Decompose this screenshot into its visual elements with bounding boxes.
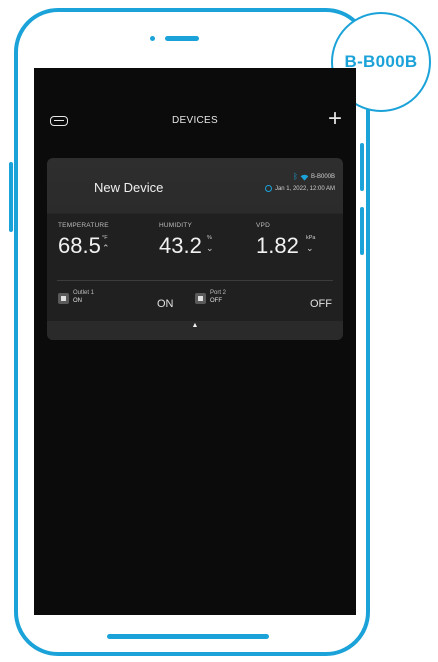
temperature-value-row: 68.5 °F ⌃ (58, 233, 110, 259)
vpd-value: 1.82 (256, 233, 299, 258)
humidity-metric: HUMIDITY 43.2 % ⌄ (159, 222, 214, 259)
earpiece (165, 36, 199, 41)
device-status: ᛒ B-B000B Jan 1, 2022, 12:00 AM (264, 172, 335, 192)
vpd-label: VPD (256, 222, 270, 229)
divider (57, 280, 333, 281)
home-indicator (107, 634, 269, 639)
outlet-1-state: ON (157, 298, 174, 310)
app-screen: DEVICES + New Device ᛒ B-B000B Jan 1, 20… (34, 68, 356, 615)
port-2-state: OFF (310, 298, 332, 310)
trend-down-icon: ⌄ (306, 243, 314, 253)
vpd-metric: VPD 1.82 kPa ⌄ (256, 222, 315, 259)
device-id: B-B000B (310, 174, 335, 180)
temperature-label: TEMPERATURE (58, 222, 109, 229)
side-button-right-upper (360, 143, 364, 191)
expand-card-button[interactable]: ▲ (47, 321, 343, 340)
side-button-right-lower (360, 207, 364, 255)
side-button-left (9, 162, 13, 232)
humidity-label: HUMIDITY (159, 222, 193, 229)
wifi-icon (300, 174, 309, 181)
camera-dot (150, 36, 155, 41)
vpd-value-row: 1.82 kPa ⌄ (256, 233, 315, 259)
outlet-1-mode: ON (73, 298, 82, 304)
trend-up-icon: ⌃ (102, 243, 110, 253)
device-name: New Device (94, 180, 164, 195)
vpd-unit: kPa (306, 235, 316, 241)
outlet-1-name: Outlet 1 (73, 290, 95, 296)
bluetooth-icon: ᛒ (293, 172, 298, 181)
trend-down-icon: ⌄ (206, 243, 214, 253)
humidity-value: 43.2 (159, 233, 202, 258)
device-card[interactable]: New Device ᛒ B-B000B Jan 1, 2022, 12:00 … (47, 158, 343, 340)
port-2-mode: OFF (210, 298, 222, 304)
humidity-unit: % (207, 235, 212, 241)
last-update-time: Jan 1, 2022, 12:00 AM (274, 185, 335, 192)
chevron-up-icon: ▲ (191, 322, 199, 329)
temperature-value: 68.5 (58, 233, 101, 258)
clock-icon (264, 185, 272, 192)
port-2-name: Port 2 (210, 290, 227, 296)
temperature-unit: °F (102, 235, 108, 241)
add-device-button[interactable]: + (328, 107, 342, 131)
outlet-icon (58, 293, 69, 304)
top-bar: DEVICES + (34, 104, 356, 138)
page-title: DEVICES (171, 115, 218, 126)
outlet-icon (195, 293, 206, 304)
humidity-value-row: 43.2 % ⌄ (159, 233, 214, 259)
temperature-metric: TEMPERATURE 68.5 °F ⌃ (58, 222, 110, 259)
